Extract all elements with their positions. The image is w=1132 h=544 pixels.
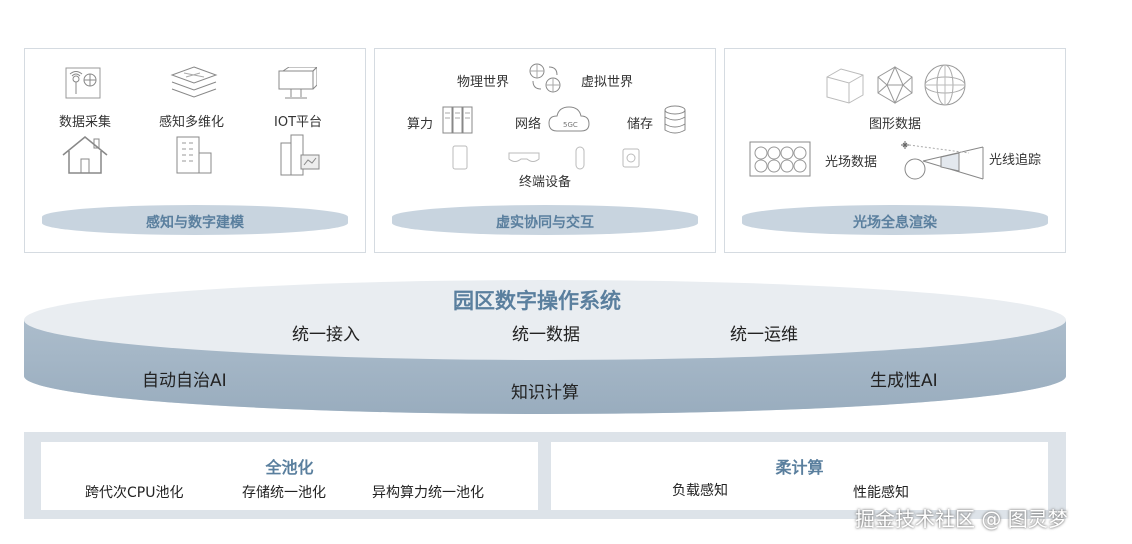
performance-aware-label: 性能感知 — [853, 485, 909, 501]
cpu-pooling-label: 跨代次CPU池化 — [85, 485, 184, 501]
pooling-box: 全池化 跨代次CPU池化 存储统一池化 异构算力统一池化 — [41, 442, 538, 510]
watermark: 掘金技术社区 @ 图灵梦 — [855, 507, 1068, 531]
generative-ai-label: 生成性AI — [870, 371, 938, 391]
heterogeneous-pooling-label: 异构算力统一池化 — [372, 485, 484, 501]
unified-ops-label: 统一运维 — [730, 325, 798, 345]
load-aware-label: 负载感知 — [672, 483, 728, 499]
pooling-title: 全池化 — [265, 458, 314, 477]
unified-data-label: 统一数据 — [512, 325, 580, 345]
autonomous-ai-label: 自动自治AI — [142, 371, 227, 391]
soft-compute-box: 柔计算 负载感知 性能感知 — [551, 442, 1048, 510]
soft-compute-title: 柔计算 — [775, 458, 824, 477]
unified-access-label: 统一接入 — [292, 325, 360, 345]
storage-pooling-label: 存储统一池化 — [242, 485, 326, 501]
knowledge-compute-label: 知识计算 — [511, 383, 579, 403]
os-title: 园区数字操作系统 — [453, 289, 621, 313]
